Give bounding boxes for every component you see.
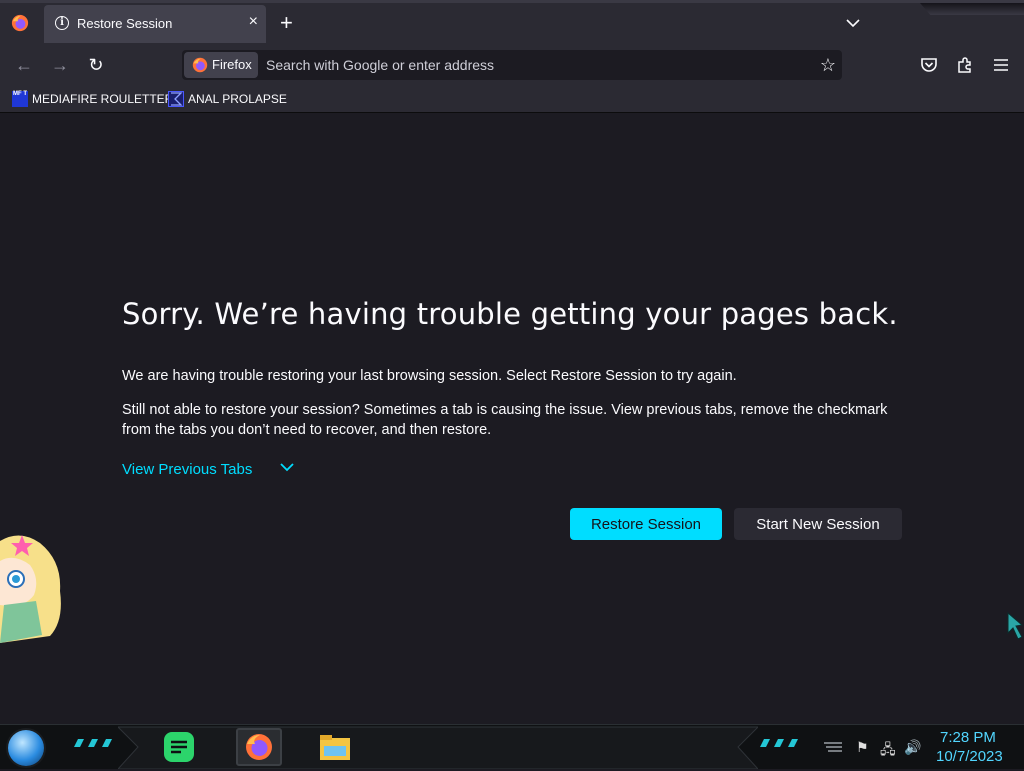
taskbar-app-file-explorer[interactable] bbox=[316, 728, 354, 766]
bookmark-mediafire-rouletter[interactable]: MF T MEDIAFIRE ROULETTER bbox=[12, 90, 173, 108]
clock-time[interactable]: 7:28 PM bbox=[940, 729, 996, 746]
view-previous-tabs-label: View Previous Tabs bbox=[122, 461, 253, 478]
restore-session-button[interactable]: Restore Session bbox=[570, 508, 722, 540]
new-tab-button[interactable]: + bbox=[280, 12, 293, 34]
volume-icon[interactable]: 🔊 bbox=[904, 739, 921, 756]
firefox-icon bbox=[246, 734, 272, 760]
show-hidden-icons-icon[interactable] bbox=[822, 741, 844, 753]
extensions-icon[interactable] bbox=[954, 54, 976, 76]
taskbar-frame bbox=[118, 726, 758, 769]
page-title: Sorry. We’re having trouble getting your… bbox=[122, 297, 898, 331]
taskbar-app-notes[interactable] bbox=[160, 728, 198, 766]
reload-button[interactable]: ↻ bbox=[86, 55, 106, 75]
tab-title: Restore Session bbox=[77, 16, 173, 31]
taskbar-app-firefox[interactable] bbox=[236, 728, 282, 766]
firefox-icon bbox=[192, 57, 208, 73]
error-hint: Still not able to restore your session? … bbox=[122, 402, 888, 438]
bookmarks-toolbar: MF T MEDIAFIRE ROULETTER ANAL PROLAPSE bbox=[0, 86, 1024, 113]
url-bar[interactable]: Firefox ☆ bbox=[182, 50, 842, 80]
clock-date[interactable]: 10/7/2023 bbox=[936, 748, 1003, 765]
taskbar-decoration bbox=[760, 739, 798, 747]
start-button[interactable] bbox=[8, 730, 44, 766]
bookmark-label: ANAL PROLAPSE bbox=[188, 92, 287, 106]
mouse-cursor bbox=[1007, 611, 1024, 640]
identity-label: Firefox bbox=[212, 57, 252, 72]
network-icon[interactable]: 🖧 bbox=[880, 739, 896, 763]
info-icon: i bbox=[55, 16, 69, 30]
address-input[interactable] bbox=[266, 50, 806, 80]
mft-icon: MF T bbox=[12, 91, 28, 107]
forward-button[interactable]: → bbox=[50, 55, 70, 75]
session-restore-page: Sorry. We’re having trouble getting your… bbox=[0, 113, 1024, 724]
firefox-icon[interactable] bbox=[11, 14, 29, 32]
start-new-session-button[interactable]: Start New Session bbox=[734, 508, 902, 540]
taskbar: ⚑ 🖧 🔊 7:28 PM 10/7/2023 bbox=[0, 724, 1024, 769]
identity-box[interactable]: Firefox bbox=[184, 52, 258, 78]
taskbar-decoration bbox=[74, 739, 112, 747]
window-frame-decoration bbox=[920, 3, 1024, 15]
error-description: We are having trouble restoring your las… bbox=[122, 368, 737, 384]
notes-icon bbox=[164, 732, 194, 762]
nav-bar: ← → ↻ Firefox ☆ bbox=[0, 44, 1024, 86]
bookmark-anal-prolapse[interactable]: ANAL PROLAPSE bbox=[168, 90, 287, 108]
back-button[interactable]: ← bbox=[14, 55, 34, 75]
pocket-icon[interactable] bbox=[918, 54, 940, 76]
tab-strip: i Restore Session × + bbox=[0, 0, 1024, 44]
list-all-tabs-chevron-icon[interactable] bbox=[845, 15, 861, 31]
action-center-flag-icon[interactable]: ⚑ bbox=[856, 739, 869, 756]
folder-icon bbox=[320, 735, 350, 760]
tab-close-button[interactable]: × bbox=[249, 13, 258, 31]
tab-restore-session[interactable]: i Restore Session × bbox=[44, 5, 266, 43]
view-previous-tabs-toggle[interactable]: View Previous Tabs bbox=[122, 461, 294, 478]
desktop-mascot-character bbox=[0, 535, 61, 643]
bookmark-label: MEDIAFIRE ROULETTER bbox=[32, 92, 174, 106]
menu-icon[interactable] bbox=[990, 54, 1012, 76]
bookmark-star-icon[interactable]: ☆ bbox=[820, 55, 836, 75]
sigma-icon bbox=[168, 91, 184, 107]
chevron-down-icon bbox=[280, 463, 294, 472]
